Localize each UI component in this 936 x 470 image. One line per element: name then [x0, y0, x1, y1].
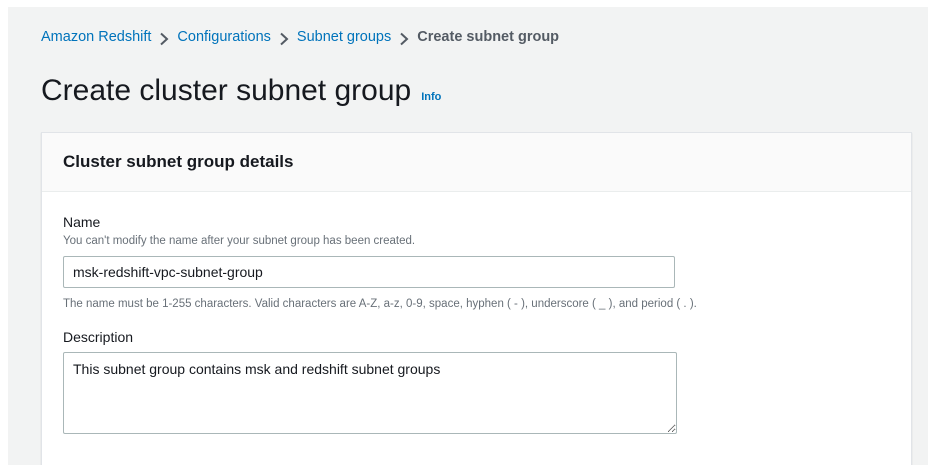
- subnet-group-details-panel: Cluster subnet group details Name You ca…: [41, 132, 912, 465]
- description-label: Description: [63, 329, 134, 345]
- breadcrumb-configurations[interactable]: Configurations: [177, 27, 271, 47]
- breadcrumb-current: Create subnet group: [417, 29, 560, 45]
- panel-title: Cluster subnet group details: [63, 152, 294, 171]
- name-constraint-text: The name must be 1-255 characters. Valid…: [63, 298, 697, 310]
- chevron-right-icon: [391, 29, 417, 46]
- name-input[interactable]: [63, 256, 675, 288]
- page-title: Create cluster subnet group: [41, 74, 412, 107]
- name-label: Name: [63, 214, 101, 230]
- chevron-right-icon: [151, 29, 177, 46]
- description-textarea[interactable]: This subnet group contains msk and redsh…: [63, 352, 677, 434]
- breadcrumb-subnet-groups[interactable]: Subnet groups: [297, 27, 391, 47]
- title-row: Create cluster subnet group Info: [41, 73, 441, 109]
- breadcrumb-amazon-redshift[interactable]: Amazon Redshift: [41, 27, 151, 47]
- panel-header: Cluster subnet group details: [42, 133, 911, 192]
- name-description: You can't modify the name after your sub…: [63, 235, 416, 247]
- chevron-right-icon: [271, 29, 297, 46]
- info-link[interactable]: Info: [421, 91, 441, 103]
- page-container: Amazon Redshift Configurations Subnet gr…: [8, 7, 928, 465]
- breadcrumb: Amazon Redshift Configurations Subnet gr…: [41, 27, 559, 47]
